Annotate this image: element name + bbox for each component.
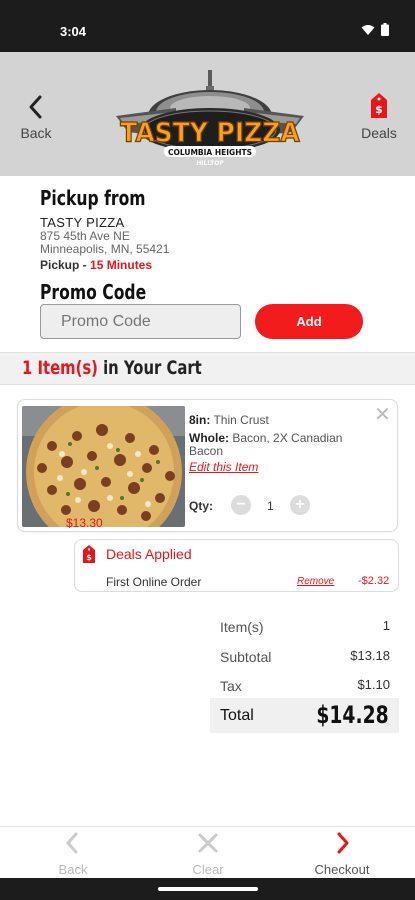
store-name: TASTY PIZZA xyxy=(40,215,125,230)
pickup-time-label: Pickup - xyxy=(40,258,91,272)
wifi-icon xyxy=(361,24,375,35)
qty-value: 1 xyxy=(267,499,274,513)
item-toppings-label: Whole: xyxy=(189,431,229,445)
nav-checkout-button[interactable]: Checkout xyxy=(302,831,382,877)
subtotal-value: $13.18 xyxy=(350,648,390,663)
status-time: 3:04 xyxy=(60,24,87,39)
pickup-title: Pickup from xyxy=(40,186,146,210)
deal-name: First Online Order xyxy=(106,575,202,589)
tax-label: Tax xyxy=(220,678,242,694)
promo-title: Promo Code xyxy=(40,280,147,304)
header-back-button[interactable]: Back xyxy=(18,94,54,141)
item-size-label: 8in: xyxy=(189,413,211,427)
bottom-nav: Back Clear Checkout xyxy=(0,826,415,878)
price-tag-icon: $ xyxy=(371,93,387,118)
logo-title: TASTY PIZZA xyxy=(120,118,300,149)
status-bar: 3:04 xyxy=(0,0,415,52)
nav-back-label: Back xyxy=(58,862,88,877)
cart-item-count: 1 Item(s) xyxy=(22,357,98,379)
gesture-bar xyxy=(0,878,415,900)
item-toppings: Whole: Bacon, 2X Canadian Bacon xyxy=(189,432,374,458)
promo-add-button[interactable]: Add xyxy=(255,304,363,339)
chevron-left-icon xyxy=(29,95,42,119)
total-value: $14.28 xyxy=(316,701,389,729)
tax-value: $1.10 xyxy=(357,677,390,692)
item-size-value: Thin Crust xyxy=(213,413,269,427)
qty-increase-button[interactable]: + xyxy=(290,495,310,515)
qty-decrease-button[interactable]: − xyxy=(231,495,251,515)
deal-tag-icon: $ xyxy=(83,545,95,563)
promo-code-input[interactable] xyxy=(40,304,241,339)
close-icon xyxy=(198,833,218,853)
nav-clear-button[interactable]: Clear xyxy=(168,831,248,877)
item-price: $13.30 xyxy=(66,516,103,530)
header: Back TASTY PIZZA COLUMBIA HEIGHTS HILLTO… xyxy=(0,52,415,176)
total-bar: Total $14.28 xyxy=(210,698,399,733)
logo-subtitle: COLUMBIA HEIGHTS xyxy=(168,148,252,157)
item-size: 8in: Thin Crust xyxy=(189,413,269,427)
address-line2: Minneapolis, MN, 55421 xyxy=(40,242,170,256)
subtotal-label: Subtotal xyxy=(220,649,272,665)
qty-label: Qty: xyxy=(189,499,213,513)
tasty-pizza-logo: TASTY PIZZA COLUMBIA HEIGHTS HILLTOP xyxy=(116,70,304,167)
home-indicator[interactable] xyxy=(158,887,258,891)
logo-subtitle2: HILLTOP xyxy=(196,160,224,167)
items-count-value: 1 xyxy=(382,618,390,633)
deal-remove-link[interactable]: Remove xyxy=(297,576,334,587)
deal-amount: -$2.32 xyxy=(358,575,390,587)
chevron-left-icon xyxy=(66,832,78,854)
header-deals-button[interactable]: $ Deals xyxy=(359,92,399,141)
cart-count-bar: 1 Item(s) in Your Cart xyxy=(0,352,415,385)
deals-label: Deals xyxy=(361,125,397,141)
items-count-label: Item(s) xyxy=(220,619,264,635)
nav-clear-label: Clear xyxy=(192,862,224,877)
back-label: Back xyxy=(20,125,52,141)
battery-icon xyxy=(381,23,389,36)
deals-applied-title: Deals Applied xyxy=(106,546,192,562)
total-label: Total xyxy=(220,707,254,724)
remove-item-icon[interactable]: ✕ xyxy=(374,402,391,427)
cart-count: 1 Item(s) in Your Cart xyxy=(22,357,202,379)
nav-back-button[interactable]: Back xyxy=(33,831,113,877)
status-icons xyxy=(361,23,389,36)
nav-checkout-label: Checkout xyxy=(314,862,370,877)
pickup-time: Pickup - 15 Minutes xyxy=(40,258,175,272)
cart-count-suffix: in Your Cart xyxy=(97,357,202,379)
svg-text:$: $ xyxy=(375,103,383,116)
pizza-photo xyxy=(22,406,185,527)
pickup-time-value: 15 Minutes xyxy=(90,258,153,272)
chevron-right-icon xyxy=(337,832,349,854)
svg-text:$: $ xyxy=(86,553,92,562)
pickup-section: Pickup from TASTY PIZZA 875 45th Ave NE … xyxy=(40,186,175,272)
edit-item-link[interactable]: Edit this Item xyxy=(189,460,258,474)
